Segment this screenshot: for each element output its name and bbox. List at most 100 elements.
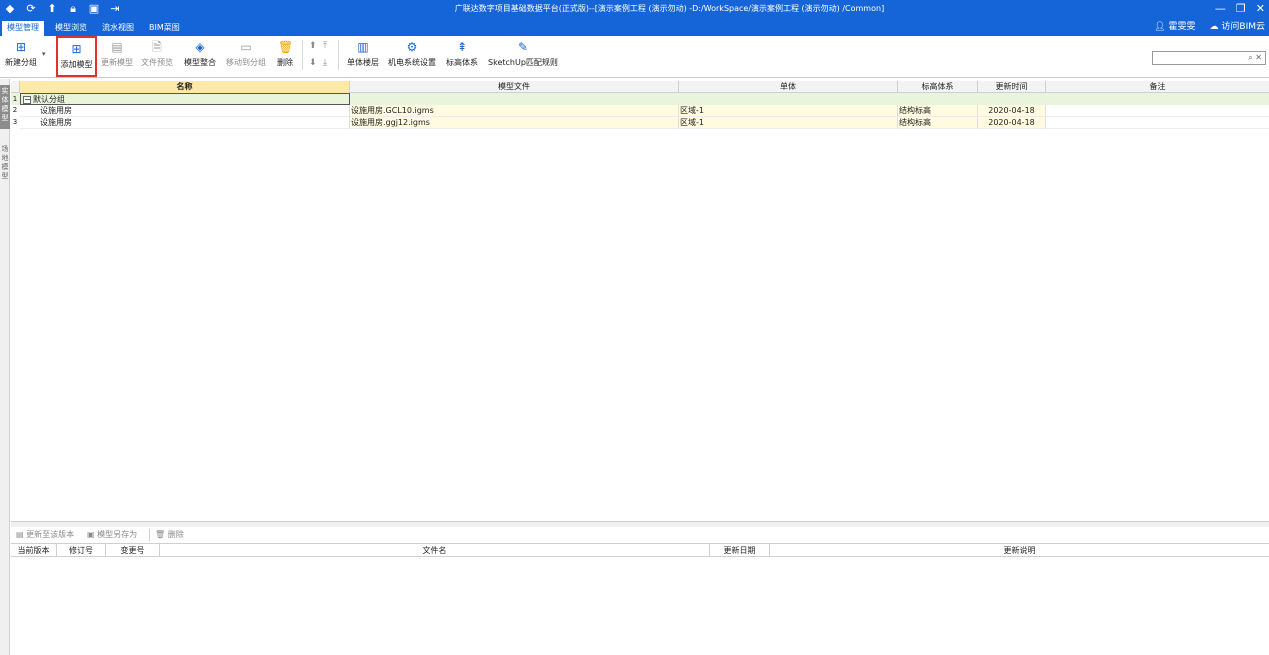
add-model-button[interactable]: ⊞ 添加模型: [56, 36, 97, 77]
column-header-model-file[interactable]: 模型文件: [350, 81, 679, 93]
file-preview-button[interactable]: 🗎︎ 文件预览: [139, 38, 175, 74]
row-number: 3: [12, 118, 18, 126]
cloud-icon: ☁: [1209, 22, 1219, 32]
update-model-button[interactable]: ▤ 更新模型: [100, 38, 134, 74]
column-header-file-name[interactable]: 文件名: [160, 544, 710, 557]
user-icon: 👤︎: [1154, 22, 1166, 32]
trash-icon: 🗑︎: [155, 530, 166, 539]
add-square-icon: ⊞: [15, 40, 27, 54]
window-title: 广联达数字项目基础数据平台(正式版)--[演示案例工程 (演示勿动) -D:/W…: [454, 4, 885, 13]
version-table-header: 当前版本 修订号 变更号 文件名 更新日期 更新说明: [11, 544, 1269, 557]
column-header-elevation[interactable]: 标高体系: [898, 81, 978, 93]
updated-cell: 2020-04-18: [978, 117, 1046, 129]
tab-bim-drawing[interactable]: BIM菜图: [144, 21, 185, 36]
row-number-header: [11, 81, 20, 93]
user-name: 霍雯雯: [1168, 22, 1196, 32]
collapse-toggle-icon[interactable]: −: [23, 96, 31, 104]
new-group-dropdown-icon[interactable]: ▾: [42, 50, 46, 58]
move-down-icon[interactable]: ⬇: [309, 58, 317, 68]
mep-settings-button[interactable]: ⚙ 机电系统设置: [386, 38, 438, 74]
version-update-icon: ▤: [16, 530, 24, 539]
grid-header: 名称 模型文件 单体 标高体系 更新时间 备注: [11, 81, 1269, 93]
column-header-current-version[interactable]: 当前版本: [11, 544, 57, 557]
tab-model-management[interactable]: 模型管理: [2, 21, 44, 36]
move-top-icon[interactable]: ⤒: [323, 41, 327, 51]
mep-settings-label: 机电系统设置: [388, 58, 436, 67]
minimize-button[interactable]: —: [1215, 1, 1226, 16]
column-header-note[interactable]: 备注: [1046, 81, 1269, 93]
single-floor-button[interactable]: ▥ 单体楼层: [345, 38, 381, 74]
side-tab-strip: 实体模型 场地模型: [0, 79, 10, 655]
save-model-as-button[interactable]: ▣ 模型另存为: [87, 529, 137, 541]
table-row[interactable]: 3 设施用房 设施用房.ggj12.igms 区域-1 结构标高 2020-04…: [11, 117, 1269, 129]
save-as-icon: ▣: [87, 530, 95, 539]
menu-right-area: 👤︎ 霍雯雯 ☁ 访问BIM云: [1154, 21, 1265, 33]
trash-icon: 🗑︎: [278, 40, 294, 54]
row-number: 2: [12, 106, 18, 114]
delete-button[interactable]: 🗑︎ 删除: [274, 38, 296, 74]
model-merge-button[interactable]: ◈ 模型整合: [182, 38, 218, 74]
group-row[interactable]: 1 − 默认分组: [11, 93, 1269, 105]
ribbon-toolbar: ⊞ 新建分组 ▾ ⊞ 添加模型 ▤ 更新模型 🗎︎ 文件预览 ◈ 模型整合 ▭ …: [0, 36, 1269, 78]
edit-rules-icon: ✎: [517, 40, 529, 54]
elevation-system-button[interactable]: ⇞ 标高体系: [444, 38, 480, 74]
restore-button[interactable]: ❐: [1236, 1, 1246, 16]
add-model-label: 添加模型: [60, 60, 93, 69]
bim-cloud-label: 访问BIM云: [1221, 22, 1265, 32]
move-up-icon[interactable]: ⬆: [309, 41, 317, 51]
model-grid: 名称 模型文件 单体 标高体系 更新时间 备注 1 − 默认分组 2 设施用房 设…: [11, 79, 1269, 521]
close-button[interactable]: ✕: [1256, 1, 1265, 16]
note-cell: [1046, 105, 1269, 117]
single-floor-label: 单体楼层: [347, 58, 379, 67]
group-name: 默认分组: [33, 95, 65, 104]
ribbon-separator: [302, 40, 303, 70]
search-box: ⌕ ✕: [1152, 51, 1266, 65]
column-header-change-number[interactable]: 变更号: [106, 544, 160, 557]
folder-move-icon: ▭: [240, 40, 252, 54]
note-cell: [1046, 117, 1269, 129]
add-file-icon: ⊞: [71, 42, 82, 56]
new-group-button[interactable]: ⊞ 新建分组: [3, 38, 39, 74]
building-icon: ▥: [357, 40, 369, 54]
search-input[interactable]: [1153, 52, 1245, 64]
update-to-version-button[interactable]: ▤ 更新至该版本: [16, 529, 74, 541]
save-model-as-label: 模型另存为: [97, 530, 138, 539]
version-delete-button[interactable]: 🗑︎ 删除: [149, 529, 184, 541]
version-toolbar: ▤ 更新至该版本 ▣ 模型另存为 🗑︎ 删除: [11, 527, 1269, 543]
elevation-cell: 结构标高: [898, 105, 978, 117]
mep-system-icon: ⚙: [406, 40, 418, 54]
model-name-cell: 设施用房: [20, 105, 350, 117]
new-group-label: 新建分组: [5, 58, 37, 67]
elevation-system-label: 标高体系: [446, 58, 478, 67]
unit-cell: 区域-1: [679, 105, 898, 117]
table-row[interactable]: 2 设施用房 设施用房.GCL10.igms 区域-1 结构标高 2020-04…: [11, 105, 1269, 117]
updated-cell: 2020-04-18: [978, 105, 1046, 117]
bim-cloud-link[interactable]: ☁ 访问BIM云: [1210, 21, 1265, 33]
title-bar: ◆ ⟳ ⬆ 🔒︎ ▣ ⇥ 广联达数字项目基础数据平台(正式版)--[演示案例工程…: [0, 0, 1269, 18]
merge-cubes-icon: ◈: [195, 40, 205, 54]
user-menu[interactable]: 👤︎ 霍雯雯: [1154, 21, 1195, 33]
elevation-cell: 结构标高: [898, 117, 978, 129]
column-header-update-date[interactable]: 更新日期: [710, 544, 770, 557]
tab-flow-view[interactable]: 流水视图: [97, 21, 139, 36]
move-bottom-icon[interactable]: ⤓: [323, 58, 327, 68]
search-icon[interactable]: ⌕: [1248, 53, 1252, 62]
side-tab-entity-model[interactable]: 实体模型: [0, 85, 10, 129]
sketchup-rules-button[interactable]: ✎ SketchUp匹配规则: [487, 38, 559, 74]
column-header-updated[interactable]: 更新时间: [978, 81, 1046, 93]
sketchup-rules-label: SketchUp匹配规则: [488, 58, 558, 67]
preview-icon: 🗎︎: [152, 40, 162, 54]
column-header-unit[interactable]: 单体: [679, 81, 898, 93]
elevation-icon: ⇞: [456, 40, 468, 54]
row-number: 1: [12, 95, 18, 103]
update-to-version-label: 更新至该版本: [26, 530, 75, 539]
model-file-cell: 设施用房.GCL10.igms: [350, 105, 679, 117]
side-tab-site-model[interactable]: 场地模型: [0, 145, 10, 189]
column-header-update-notes[interactable]: 更新说明: [770, 544, 1269, 557]
move-to-group-button[interactable]: ▭ 移动到分组: [224, 38, 268, 74]
clear-search-icon[interactable]: ✕: [1255, 53, 1262, 62]
tab-model-browse[interactable]: 模型浏览: [50, 21, 92, 36]
column-header-name[interactable]: 名称: [20, 81, 350, 93]
column-header-revision[interactable]: 修订号: [57, 544, 106, 557]
group-name-cell[interactable]: − 默认分组: [20, 93, 350, 105]
